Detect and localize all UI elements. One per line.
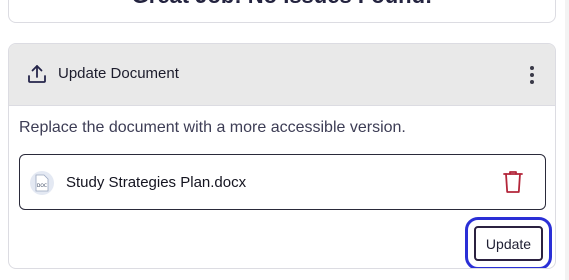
more-options-icon[interactable] [525, 64, 539, 86]
doc-file-icon: DOC [30, 171, 54, 195]
success-message: Great Job! No Issues Found! [9, 0, 555, 9]
panel-title: Update Document [58, 65, 179, 82]
trash-icon[interactable] [501, 169, 525, 195]
scrollbar[interactable] [565, 0, 569, 280]
update-button[interactable]: Update [474, 226, 543, 261]
file-name: Study Strategies Plan.docx [66, 174, 247, 191]
panel-description: Replace the document with a more accessi… [19, 119, 406, 136]
attached-file: DOC Study Strategies Plan.docx [19, 154, 546, 210]
success-card: Great Job! No Issues Found! [8, 0, 556, 23]
panel-header: Update Document [9, 44, 555, 106]
update-button-focus-ring: Update [465, 217, 552, 268]
upload-icon [28, 65, 46, 83]
doc-icon-label: DOC [37, 183, 47, 189]
update-document-panel: Update Document Replace the document wit… [8, 43, 556, 269]
